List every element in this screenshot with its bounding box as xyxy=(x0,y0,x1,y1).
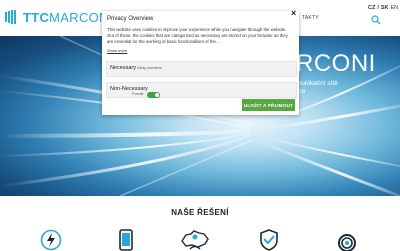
lang-en[interactable]: EN xyxy=(391,5,399,11)
show-more-link[interactable]: Show more xyxy=(107,48,127,53)
modal-description: This website uses cookies to improve you… xyxy=(107,27,288,44)
phone-icon[interactable] xyxy=(115,229,137,251)
search-icon[interactable] xyxy=(371,15,381,25)
nav-item-kontakty[interactable]: TAKTY xyxy=(302,15,319,21)
save-and-accept-button[interactable]: ULOŽIT A PŘIJMOUT xyxy=(242,99,295,111)
logo-ttc-text: TTC xyxy=(23,9,50,25)
logo-mark-icon xyxy=(5,10,16,24)
signal-icon[interactable] xyxy=(336,229,358,251)
hero-title: RCONI xyxy=(296,50,376,77)
lang-cz[interactable]: CZ xyxy=(368,5,375,11)
czech-map-icon[interactable] xyxy=(180,229,210,251)
necessary-status: Vždy povoleno xyxy=(137,66,162,70)
modal-title: Privacy Overview xyxy=(107,16,154,22)
privacy-modal: Privacy Overview This website uses cooki… xyxy=(102,11,299,115)
lang-sk[interactable]: SK xyxy=(381,5,389,11)
non-necessary-status: Povolit xyxy=(132,92,144,96)
non-necessary-cookie-row[interactable]: Non-Necessary Povolit xyxy=(106,82,297,98)
lightning-icon[interactable] xyxy=(40,229,62,251)
section-title: NAŠE ŘEŠENÍ xyxy=(171,208,229,217)
non-necessary-toggle[interactable] xyxy=(147,92,160,98)
necessary-cookie-row[interactable]: Necessary Vždy povoleno xyxy=(106,61,297,77)
language-switcher: CZ/SKENRU xyxy=(368,5,400,11)
logo[interactable]: TTC MARCONI xyxy=(5,9,113,25)
lang-slash: / xyxy=(377,5,379,11)
toggle-knob xyxy=(155,93,159,97)
necessary-label: Necessary xyxy=(110,65,136,71)
shield-check-icon[interactable] xyxy=(258,229,280,251)
close-icon[interactable]: × xyxy=(291,8,296,18)
